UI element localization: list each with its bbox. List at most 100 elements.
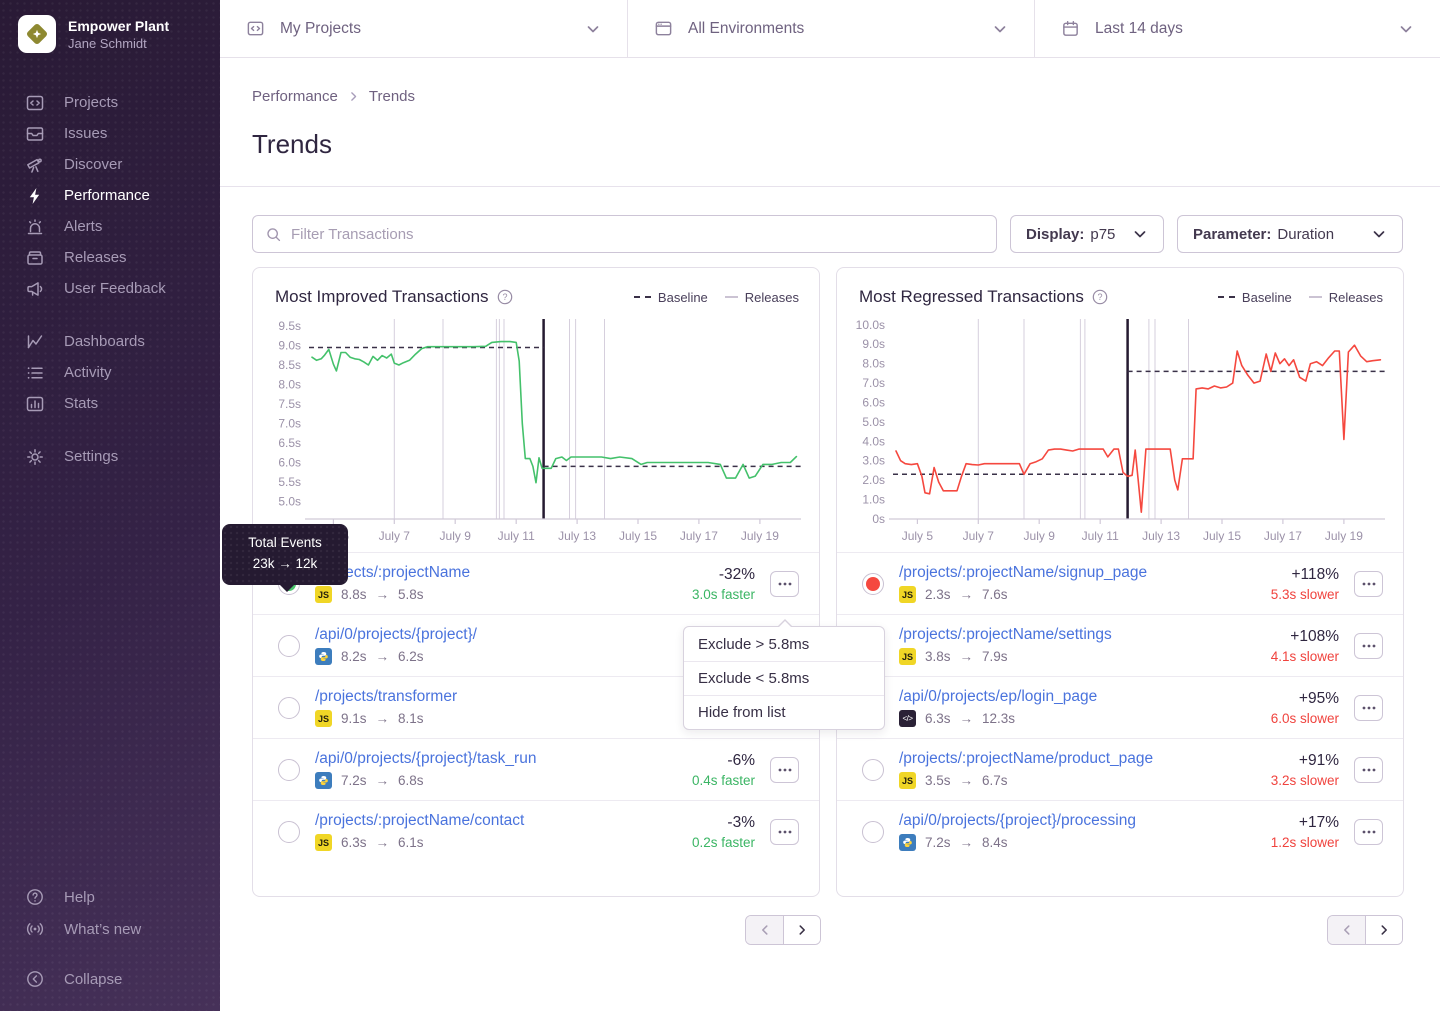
window-icon (654, 19, 673, 38)
baseline-swatch-icon (1218, 296, 1235, 298)
date-range-dropdown[interactable]: Last 14 days (1035, 0, 1440, 57)
alerts-icon (25, 217, 45, 237)
txn-from-value: 7.2s (341, 773, 367, 788)
table-row: /api/0/projects/{project}/processing 7.2… (837, 800, 1403, 862)
project-filter-dropdown[interactable]: My Projects (220, 0, 628, 57)
txn-radio[interactable] (278, 697, 300, 719)
next-page-button[interactable] (783, 916, 820, 944)
txn-actions-button[interactable] (770, 571, 799, 597)
svg-text:8.0s: 8.0s (278, 378, 301, 392)
regressed-panel: Most Regressed Transactions ? Baseline R… (836, 267, 1404, 897)
parameter-dropdown[interactable]: Parameter: Duration (1177, 215, 1403, 253)
txn-radio[interactable] (862, 821, 884, 843)
txn-radio[interactable] (278, 759, 300, 781)
sidebar-item-discover[interactable]: Discover (0, 149, 220, 180)
parameter-value: Duration (1277, 226, 1334, 243)
chevron-right-icon (347, 90, 360, 103)
prev-page-button[interactable] (1328, 916, 1365, 944)
environment-filter-dropdown[interactable]: All Environments (628, 0, 1035, 57)
regressed-chart[interactable]: July 5July 7July 9July 11July 13July 15J… (837, 311, 1403, 552)
txn-from-value: 2.3s (925, 587, 951, 602)
sidebar-item-help[interactable]: Help (0, 881, 220, 913)
chevron-right-icon (1377, 923, 1391, 937)
issues-icon (25, 124, 45, 144)
txn-link[interactable]: /projects/:projectName/product_page (899, 750, 1256, 768)
tooltip-values: 23k 12k (230, 554, 340, 575)
parameter-label: Parameter: (1193, 226, 1271, 243)
arrow-right-icon (960, 835, 974, 850)
legend-baseline: Baseline (634, 290, 708, 305)
txn-link[interactable]: /projects/:projectName/signup_page (899, 564, 1256, 582)
menu-item-exclude-above[interactable]: Exclude > 5.8ms (684, 627, 884, 661)
question-circle-icon[interactable]: ? (497, 289, 513, 305)
sidebar-item-projects[interactable]: Projects (0, 87, 220, 118)
txn-link[interactable]: /api/0/projects/{project}/ (315, 626, 740, 644)
svg-text:July 13: July 13 (558, 529, 596, 543)
breadcrumb-performance[interactable]: Performance (252, 88, 338, 105)
sidebar-item-whats-new[interactable]: What’s new (0, 913, 220, 945)
txn-actions-button[interactable] (770, 819, 799, 845)
txn-link[interactable]: /api/0/projects/{project}/processing (899, 812, 1256, 830)
txn-actions-button[interactable] (1354, 757, 1383, 783)
txn-link[interactable]: /api/0/projects/{project}/task_run (315, 750, 677, 768)
txn-from-value: 6.3s (341, 835, 367, 850)
breadcrumb-trends[interactable]: Trends (369, 88, 415, 105)
sidebar-item-issues[interactable]: Issues (0, 118, 220, 149)
performance-icon (25, 186, 45, 206)
svg-text:July 7: July 7 (963, 529, 995, 543)
platform-javascript-icon: JS (315, 834, 332, 851)
txn-radio-selected[interactable] (862, 573, 884, 595)
txn-from-value: 8.2s (341, 649, 367, 664)
txn-link[interactable]: /projects/:projectName (315, 564, 677, 582)
txn-from-value: 3.8s (925, 649, 951, 664)
platform-javascript-icon: JS (315, 710, 332, 727)
txn-link[interactable]: /api/0/projects/ep/login_page (899, 688, 1256, 706)
txn-actions-button[interactable] (1354, 819, 1383, 845)
sidebar-item-user-feedback[interactable]: User Feedback (0, 273, 220, 304)
sidebar-item-label: Performance (64, 187, 150, 204)
sidebar-item-label: Releases (64, 249, 127, 266)
txn-radio[interactable] (278, 821, 300, 843)
sidebar-item-performance[interactable]: Performance (0, 180, 220, 211)
sidebar-item-activity[interactable]: Activity (0, 357, 220, 388)
txn-link[interactable]: /projects/:projectName/contact (315, 812, 677, 830)
next-page-button[interactable] (1365, 916, 1402, 944)
txn-link[interactable]: /projects/transformer (315, 688, 677, 706)
sidebar: Empower Plant Jane Schmidt Projects Issu… (0, 0, 220, 1011)
svg-text:July 19: July 19 (1325, 529, 1363, 543)
collapse-icon (25, 969, 45, 989)
sidebar-item-dashboards[interactable]: Dashboards (0, 326, 220, 357)
chevron-down-icon (992, 21, 1008, 37)
chevron-down-icon (1132, 226, 1148, 242)
search-input[interactable] (291, 226, 984, 243)
txn-actions-button[interactable] (1354, 695, 1383, 721)
settings-icon (25, 447, 45, 467)
display-dropdown[interactable]: Display: p75 (1010, 215, 1164, 253)
sidebar-item-alerts[interactable]: Alerts (0, 211, 220, 242)
date-range-label: Last 14 days (1095, 20, 1183, 38)
baseline-swatch-icon (634, 296, 651, 298)
txn-to-value: 6.7s (982, 773, 1008, 788)
menu-item-exclude-below[interactable]: Exclude < 5.8ms (684, 661, 884, 695)
sidebar-item-stats[interactable]: Stats (0, 388, 220, 419)
txn-actions-button[interactable] (770, 757, 799, 783)
platform-javascript-icon: JS (899, 772, 916, 789)
txn-link[interactable]: /projects/:projectName/settings (899, 626, 1256, 644)
sidebar-item-collapse[interactable]: Collapse (0, 963, 220, 995)
question-circle-icon[interactable]: ? (1092, 289, 1108, 305)
prev-page-button[interactable] (746, 916, 783, 944)
svg-text:5.5s: 5.5s (278, 475, 301, 489)
menu-item-hide-from-list[interactable]: Hide from list (684, 695, 884, 729)
sidebar-item-settings[interactable]: Settings (0, 441, 220, 472)
sidebar-item-releases[interactable]: Releases (0, 242, 220, 273)
svg-text:?: ? (502, 292, 507, 302)
txn-actions-button[interactable] (1354, 571, 1383, 597)
improved-chart[interactable]: July 5July 7July 9July 11July 13July 15J… (253, 311, 819, 552)
discover-icon (25, 155, 45, 175)
txn-to-value: 7.9s (982, 649, 1008, 664)
txn-radio[interactable] (278, 635, 300, 657)
txn-actions-button[interactable] (1354, 633, 1383, 659)
txn-radio[interactable] (862, 759, 884, 781)
org-header[interactable]: Empower Plant Jane Schmidt (0, 0, 220, 63)
sidebar-nav: Projects Issues Discover Performance Ale… (0, 87, 220, 472)
